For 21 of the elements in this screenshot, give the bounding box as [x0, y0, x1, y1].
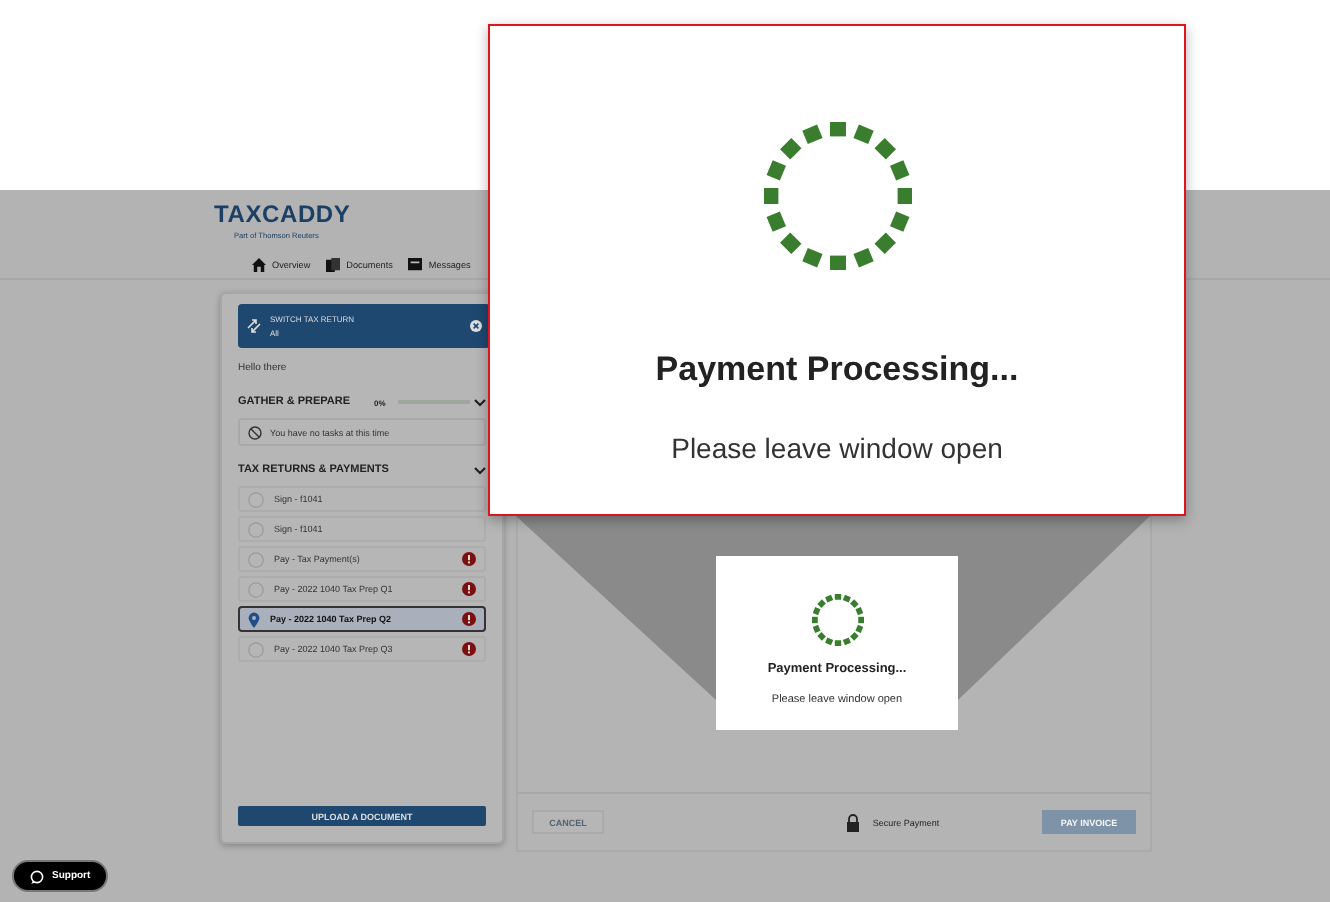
home-icon: [252, 258, 266, 272]
radio-circle-icon: [248, 491, 264, 507]
switch-icon: [246, 318, 262, 334]
message-icon: [408, 258, 423, 272]
radio-circle-icon: [248, 551, 264, 567]
chevron-icon[interactable]: [474, 465, 486, 475]
dialog-message: Please leave window open: [671, 432, 1003, 464]
location-pin-icon: [248, 611, 260, 627]
spinner-icon: [761, 120, 913, 272]
no-tasks-icon: [248, 425, 262, 439]
spinner-icon: [809, 592, 865, 648]
chat-icon: [30, 869, 44, 883]
radio-circle-icon: [248, 581, 264, 597]
dialog-title: Payment Processing...: [655, 350, 1019, 390]
logo-wordmark: TAXCADDY: [214, 200, 351, 228]
close-icon[interactable]: [470, 320, 482, 332]
radio-circle-icon: [248, 641, 264, 657]
chevron-icon[interactable]: [474, 397, 486, 407]
radio-circle-icon: [248, 521, 264, 537]
documents-icon: [326, 258, 341, 272]
lock-icon: [846, 813, 861, 831]
